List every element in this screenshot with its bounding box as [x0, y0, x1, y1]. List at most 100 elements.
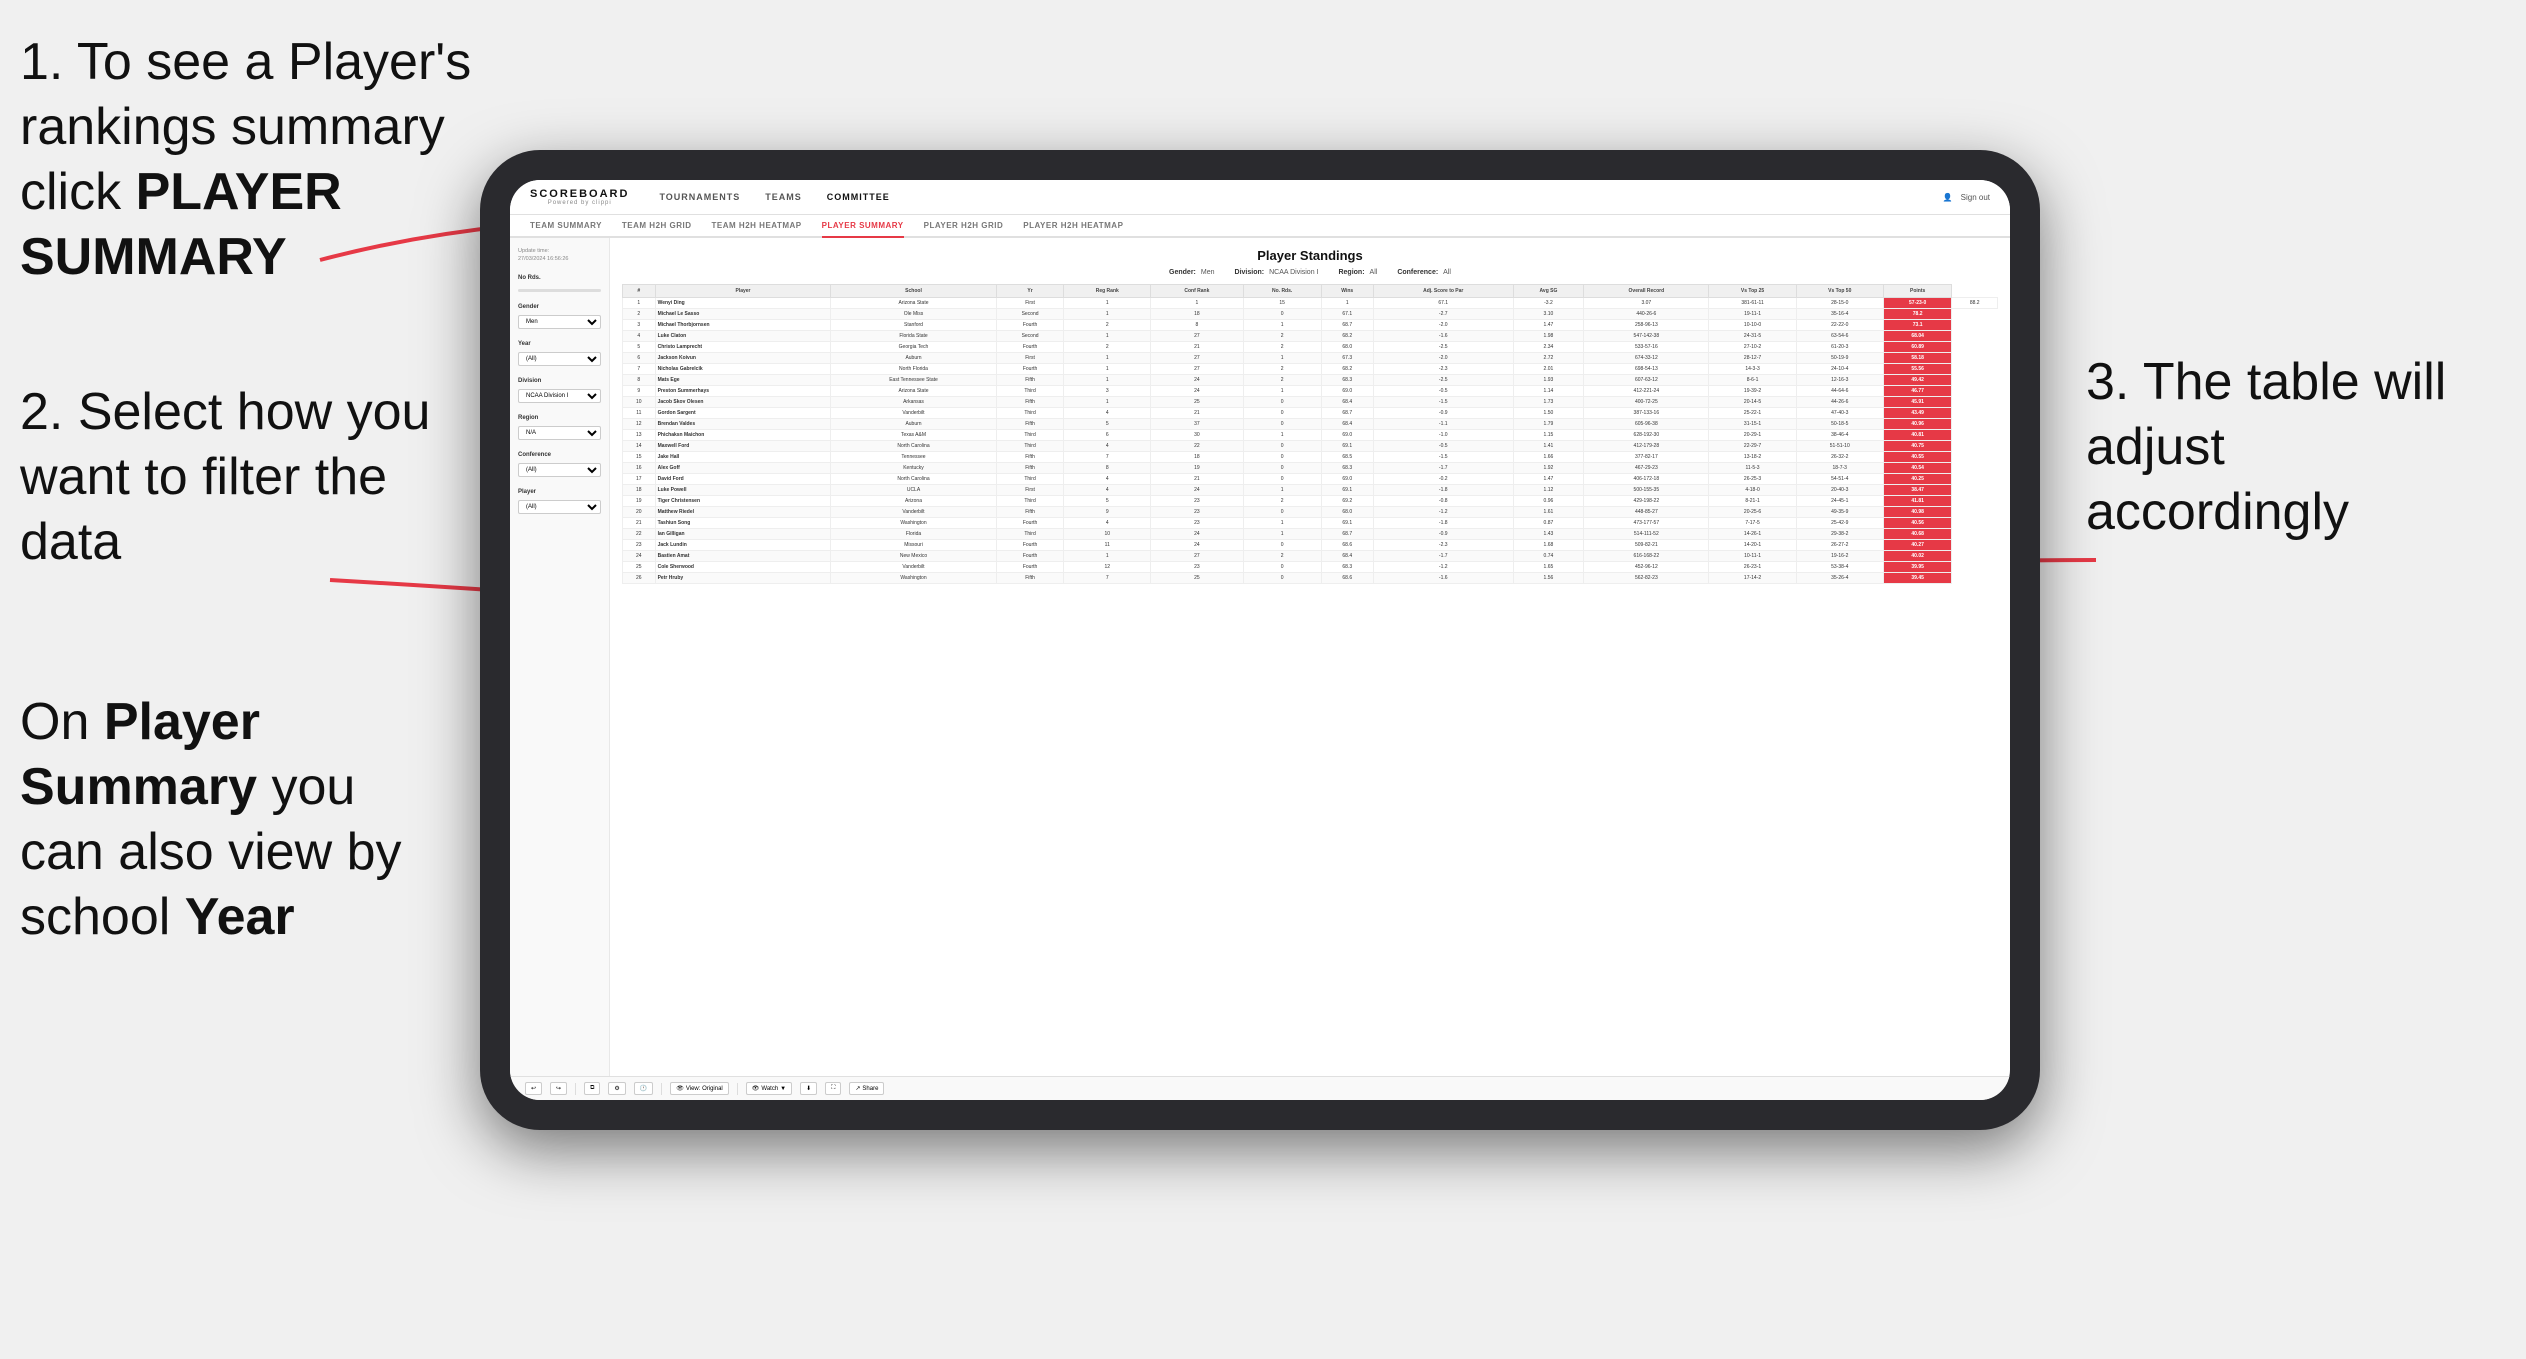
table-cell: Auburn — [831, 353, 996, 364]
table-row[interactable]: 13Phichaksn MaichonTexas A&MThird630169.… — [623, 430, 1998, 441]
table-cell: Texas A&M — [831, 430, 996, 441]
table-cell: 1 — [1064, 298, 1151, 309]
table-row[interactable]: 9Preston SummerhaysArizona StateThird324… — [623, 386, 1998, 397]
table-cell: Fifth — [996, 397, 1064, 408]
table-cell: 6 — [623, 353, 656, 364]
table-cell: 27 — [1151, 551, 1244, 562]
region-select[interactable]: N/A — [518, 426, 601, 440]
table-cell: 25 — [623, 562, 656, 573]
table-cell: Kentucky — [831, 463, 996, 474]
conference-control: Conference (All) — [518, 452, 601, 477]
table-row[interactable]: 20Matthew RiedelVanderbiltFifth923068.0-… — [623, 507, 1998, 518]
nav-tournaments[interactable]: TOURNAMENTS — [659, 188, 740, 206]
table-row[interactable]: 6Jackson KoivunAuburnFirst127167.3-2.02.… — [623, 353, 1998, 364]
col-overall-record: Overall Record — [1584, 285, 1709, 298]
subnav-team-h2h-grid[interactable]: TEAM H2H GRID — [622, 215, 692, 238]
table-row[interactable]: 18Luke PowellUCLAFirst424169.1-1.81.1250… — [623, 485, 1998, 496]
table-cell: 21 — [623, 518, 656, 529]
view-original-button[interactable]: 👁 View: Original — [670, 1082, 729, 1095]
table-cell: 68.0 — [1321, 342, 1373, 353]
division-select[interactable]: NCAA Division I — [518, 389, 601, 403]
table-row[interactable]: 8Mats EgeEast Tennessee StateFifth124268… — [623, 375, 1998, 386]
table-cell: 26-32-2 — [1796, 452, 1883, 463]
col-wins: Wins — [1321, 285, 1373, 298]
table-cell: 28-15-0 — [1796, 298, 1883, 309]
table-row[interactable]: 1Wenyi DingArizona StateFirst1115167.1-3… — [623, 298, 1998, 309]
table-row[interactable]: 16Alex GoffKentuckyFifth819068.3-1.71.92… — [623, 463, 1998, 474]
nav-right: 👤 Sign out — [1943, 193, 1990, 202]
table-cell: 8-21-1 — [1709, 496, 1796, 507]
conference-select[interactable]: (All) — [518, 463, 601, 477]
subnav-team-summary[interactable]: TEAM SUMMARY — [530, 215, 602, 238]
player-standings-table: # Player School Yr Reg Rank Conf Rank No… — [622, 284, 1998, 584]
sub-nav: TEAM SUMMARY TEAM H2H GRID TEAM H2H HEAT… — [510, 215, 2010, 238]
table-cell: 19-11-1 — [1709, 309, 1796, 320]
export-button[interactable]: ⬇ — [800, 1082, 817, 1095]
watch-chevron: ▼ — [780, 1086, 786, 1092]
table-cell: 8 — [1151, 320, 1244, 331]
table-cell: Jake Hall — [655, 452, 831, 463]
subnav-team-h2h-heatmap[interactable]: TEAM H2H HEATMAP — [712, 215, 802, 238]
table-cell: 15 — [1243, 298, 1321, 309]
table-row[interactable]: 21Tashiun SongWashingtonFourth423169.1-1… — [623, 518, 1998, 529]
table-cell: 68.3 — [1321, 562, 1373, 573]
table-cell: 5 — [623, 342, 656, 353]
year-select[interactable]: (All) — [518, 352, 601, 366]
table-row[interactable]: 23Jack LundinMissouriFourth1124068.6-2.3… — [623, 540, 1998, 551]
table-row[interactable]: 3Michael ThorbjornsenStanfordFourth28168… — [623, 320, 1998, 331]
table-cell: Fourth — [996, 364, 1064, 375]
nav-committee[interactable]: COMMITTEE — [827, 188, 890, 206]
table-cell: 35-16-4 — [1796, 309, 1883, 320]
view-icon: 👁 — [676, 1085, 684, 1092]
table-cell: Phichaksn Maichon — [655, 430, 831, 441]
settings-button[interactable]: ⚙ — [608, 1082, 625, 1095]
table-row[interactable]: 5Christo LamprechtGeorgia TechFourth2212… — [623, 342, 1998, 353]
table-row[interactable]: 14Maxwell FordNorth CarolinaThird422069.… — [623, 441, 1998, 452]
table-row[interactable]: 17David FordNorth CarolinaThird421069.0-… — [623, 474, 1998, 485]
table-row[interactable]: 11Gordon SargentVanderbiltThird421068.7-… — [623, 408, 1998, 419]
undo-button[interactable]: ↩ — [525, 1082, 542, 1095]
table-cell: Michael Thorbjornsen — [655, 320, 831, 331]
table-cell: 35-26-4 — [1796, 573, 1883, 584]
table-cell: -0.8 — [1373, 496, 1513, 507]
table-row[interactable]: 25Cole SherwoodVanderbiltFourth1223068.3… — [623, 562, 1998, 573]
table-row[interactable]: 2Michael Le SassoOle MissSecond118067.1-… — [623, 309, 1998, 320]
fullscreen-button[interactable]: ⛶ — [825, 1082, 841, 1095]
table-cell: 8-6-1 — [1709, 375, 1796, 386]
watch-button[interactable]: 👁 Watch ▼ — [746, 1082, 792, 1095]
table-cell: 11 — [1064, 540, 1151, 551]
table-cell: 25-22-1 — [1709, 408, 1796, 419]
subnav-player-h2h-grid[interactable]: PLAYER H2H GRID — [924, 215, 1004, 238]
toolbar-sep1 — [575, 1083, 576, 1095]
table-cell: 23 — [1151, 518, 1244, 529]
table-row[interactable]: 26Petr HrubyWashingtonFifth725068.6-1.61… — [623, 573, 1998, 584]
table-row[interactable]: 4Luke ClatonFlorida StateSecond127268.2-… — [623, 331, 1998, 342]
table-cell: 40.56 — [1883, 518, 1952, 529]
gender-select[interactable]: Men — [518, 315, 601, 329]
subnav-player-h2h-heatmap[interactable]: PLAYER H2H HEATMAP — [1023, 215, 1123, 238]
player-select[interactable]: (All) — [518, 500, 601, 514]
nav-teams[interactable]: TEAMS — [765, 188, 802, 206]
filter-gender: Gender: Men — [1169, 269, 1214, 276]
table-cell: Fourth — [996, 551, 1064, 562]
table-row[interactable]: 10Jacob Skov OlesenArkansasFifth125068.4… — [623, 397, 1998, 408]
sign-out-link[interactable]: Sign out — [1961, 193, 1990, 202]
share-button[interactable]: ↗ Share — [849, 1082, 884, 1095]
table-row[interactable]: 12Brendan ValdesAuburnFifth537068.4-1.11… — [623, 419, 1998, 430]
no-rds-slider[interactable] — [518, 289, 601, 292]
table-cell: 1 — [1151, 298, 1244, 309]
copy-button[interactable]: ⧉ — [584, 1082, 600, 1095]
table-row[interactable]: 24Bastien AmatNew MexicoFourth127268.4-1… — [623, 551, 1998, 562]
subnav-player-summary[interactable]: PLAYER SUMMARY — [822, 215, 904, 238]
table-row[interactable]: 7Nicholas GabrelcikNorth FloridaFourth12… — [623, 364, 1998, 375]
table-cell: 22-29-7 — [1709, 441, 1796, 452]
user-icon: 👤 — [1943, 193, 1953, 202]
table-row[interactable]: 19Tiger ChristensenArizonaThird523269.2-… — [623, 496, 1998, 507]
table-row[interactable]: 15Jake HallTennesseeFifth718068.5-1.51.6… — [623, 452, 1998, 463]
table-cell: 10-10-0 — [1709, 320, 1796, 331]
table-row[interactable]: 22Ian GilliganFloridaThird1024168.7-0.91… — [623, 529, 1998, 540]
redo-button[interactable]: ↪ — [550, 1082, 567, 1095]
clock-button[interactable]: 🕐 — [634, 1082, 653, 1095]
table-cell: -2.5 — [1373, 375, 1513, 386]
update-label: Update time: 27/03/2024 16:56:26 — [518, 248, 601, 263]
